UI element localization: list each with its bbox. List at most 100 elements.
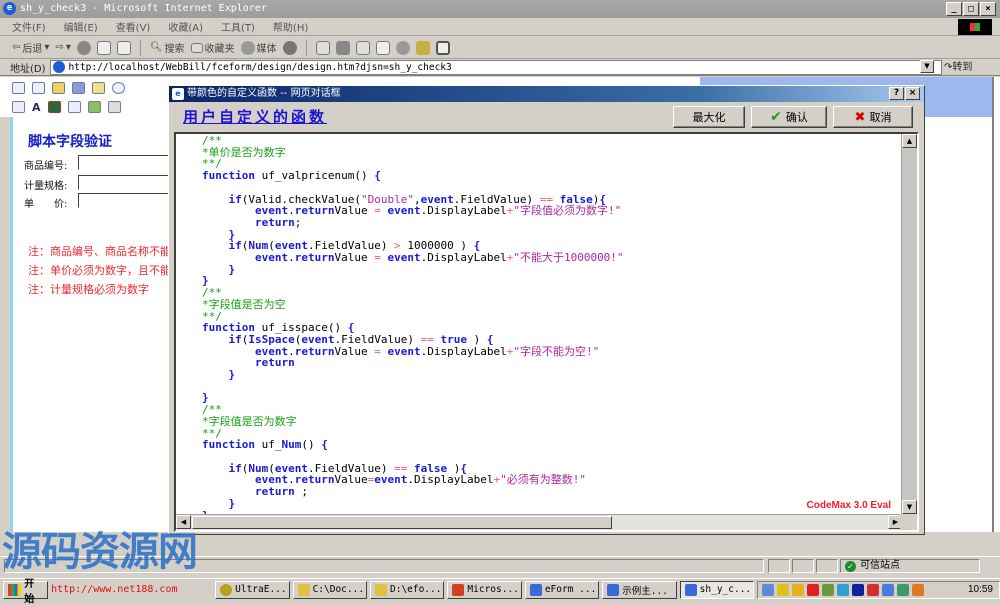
tray-icon[interactable] xyxy=(852,583,865,596)
windows-flag-icon xyxy=(8,583,22,596)
price-input[interactable] xyxy=(78,193,170,208)
new-page-icon[interactable] xyxy=(32,82,45,94)
dialog-close-button[interactable]: × xyxy=(905,87,920,100)
clock[interactable]: 10:59 xyxy=(968,584,993,595)
code-line: return; xyxy=(254,215,302,229)
spec-input[interactable] xyxy=(78,175,170,190)
label-icon[interactable]: A xyxy=(32,101,41,114)
taskbar-item[interactable]: Micros... xyxy=(447,580,522,599)
menu-file[interactable]: 文件(F) xyxy=(12,19,46,34)
tray-icon[interactable] xyxy=(897,583,910,596)
textbox-icon[interactable] xyxy=(12,101,25,113)
system-tray: 10:59 xyxy=(757,580,1000,599)
pencil-icon[interactable] xyxy=(87,101,101,113)
preview-icon[interactable] xyxy=(112,82,125,94)
tray-icon[interactable] xyxy=(912,583,925,596)
editor-badge: CodeMax 3.0 Eval xyxy=(806,500,891,511)
field-label-product-code: 商品编号: xyxy=(24,161,68,172)
code-content[interactable]: /** *单价是否为数字 **/function uf_valpricenum() … xyxy=(202,135,624,521)
media-icon xyxy=(240,40,255,55)
code-line: *单价是否为数字 xyxy=(202,145,286,159)
open-folder-icon[interactable] xyxy=(52,82,65,94)
checkmark-icon: ✔ xyxy=(770,109,782,125)
media-button[interactable]: 媒体 xyxy=(240,40,277,55)
security-zone[interactable]: ✓ 可信站点 xyxy=(840,559,980,573)
stop-icon[interactable] xyxy=(76,40,91,55)
tray-icon[interactable] xyxy=(822,583,835,596)
tray-icon[interactable] xyxy=(837,583,850,596)
horizontal-scroll-thumb[interactable] xyxy=(192,516,612,529)
vertical-scrollbar[interactable]: ▲ ▼ xyxy=(901,134,917,514)
edit-icon[interactable] xyxy=(355,40,370,55)
cancel-button[interactable]: ✖ 取消 xyxy=(833,106,913,128)
note-3: 注：计量规格必须为数字 xyxy=(28,283,149,296)
button-icon[interactable] xyxy=(107,101,121,113)
note-1: 注：商品编号、商品名称不能为空 xyxy=(28,245,168,258)
toolbar-separator xyxy=(305,39,307,56)
fullscreen-icon[interactable] xyxy=(435,40,450,55)
research-icon[interactable] xyxy=(415,40,430,55)
start-button[interactable]: 开始 xyxy=(3,579,49,605)
scroll-up-arrow-icon[interactable]: ▲ xyxy=(902,134,917,148)
help-button[interactable]: ? xyxy=(889,87,904,100)
custom-function-dialog: e 带颜色的自定义函数 -- 网页对话框 ? × 用户自定义的函数 最大化 ✔ 确… xyxy=(168,85,925,535)
tray-icon[interactable] xyxy=(792,583,805,596)
save-icon[interactable] xyxy=(72,82,85,94)
ie-icon: e xyxy=(3,2,16,15)
history-icon[interactable] xyxy=(282,40,297,55)
page-border xyxy=(992,77,994,532)
tray-icon[interactable] xyxy=(882,583,895,596)
image-icon[interactable] xyxy=(47,101,61,113)
address-dropdown-button[interactable]: ▼ xyxy=(920,60,934,73)
taskbar-item[interactable]: UltraE... xyxy=(215,580,290,599)
ie-icon xyxy=(529,583,542,596)
forward-button[interactable]: ⇨ ▾ xyxy=(55,42,70,53)
taskbar-item[interactable]: eForm ... xyxy=(524,580,600,599)
menu-favorites[interactable]: 收藏(A) xyxy=(168,19,203,34)
taskbar-item[interactable]: C:\Doc... xyxy=(292,580,367,599)
product-code-input[interactable] xyxy=(78,155,170,170)
taskbar-item[interactable]: 示例主... xyxy=(602,580,677,599)
back-button[interactable]: ⇦ 后退 ▾ xyxy=(12,40,49,55)
address-input[interactable]: http://localhost/WebBill/fceform/design/… xyxy=(49,59,942,75)
home-icon[interactable] xyxy=(116,40,131,55)
discuss-icon[interactable] xyxy=(375,40,390,55)
menu-edit[interactable]: 编辑(E) xyxy=(64,19,98,34)
dialog-title-bar[interactable]: e 带颜色的自定义函数 -- 网页对话框 ? × xyxy=(169,86,924,102)
scroll-left-arrow-icon[interactable]: ◀ xyxy=(176,515,191,529)
minimize-button[interactable]: _ xyxy=(946,2,962,16)
favorites-button[interactable]: 收藏夹 xyxy=(190,40,235,55)
browser-toolbar: ⇦ 后退 ▾ ⇨ ▾ 🔍︎ 搜索 收藏夹 媒体 xyxy=(0,37,1000,59)
messenger-icon[interactable] xyxy=(395,40,410,55)
print-icon[interactable] xyxy=(335,40,350,55)
div-icon[interactable] xyxy=(67,101,81,113)
dialog-title: 带颜色的自定义函数 -- 网页对话框 xyxy=(187,88,341,99)
tray-icon[interactable] xyxy=(867,583,880,596)
taskbar-item-active[interactable]: sh_y_c... xyxy=(679,580,755,599)
dropdown-icon: ▾ xyxy=(65,42,71,53)
maximize-button[interactable]: □ xyxy=(963,2,979,16)
maximize-editor-button[interactable]: 最大化 xyxy=(673,106,745,128)
mail-icon[interactable] xyxy=(315,40,330,55)
menu-help[interactable]: 帮助(H) xyxy=(273,19,308,34)
horizontal-scrollbar[interactable]: ◀ ▶ xyxy=(176,514,903,530)
print-icon[interactable] xyxy=(92,82,105,94)
confirm-button[interactable]: ✔ 确认 xyxy=(751,106,827,128)
tray-icon[interactable] xyxy=(807,583,820,596)
go-button[interactable]: ↷转到 xyxy=(944,59,972,76)
tray-icon[interactable] xyxy=(777,583,790,596)
menu-view[interactable]: 查看(V) xyxy=(116,19,151,34)
close-button[interactable]: × xyxy=(980,2,996,16)
menu-tools[interactable]: 工具(T) xyxy=(221,19,255,34)
window-title-bar[interactable]: e sh_y_check3 - Microsoft Internet Explo… xyxy=(0,0,1000,18)
quick-launch[interactable]: http://www.net188.com xyxy=(51,584,212,595)
ie-icon xyxy=(607,583,620,596)
search-button[interactable]: 🔍︎ 搜索 xyxy=(150,40,185,55)
tray-icon[interactable] xyxy=(762,583,775,596)
taskbar-item[interactable]: D:\efo... xyxy=(369,580,445,599)
menu-bar: 文件(F) 编辑(E) 查看(V) 收藏(A) 工具(T) 帮助(H) xyxy=(0,18,1000,36)
refresh-icon[interactable] xyxy=(96,40,111,55)
new-icon[interactable] xyxy=(12,82,25,94)
scroll-down-arrow-icon[interactable]: ▼ xyxy=(902,500,917,514)
code-editor[interactable]: /** *单价是否为数字 **/function uf_valpricenum() … xyxy=(174,132,919,532)
